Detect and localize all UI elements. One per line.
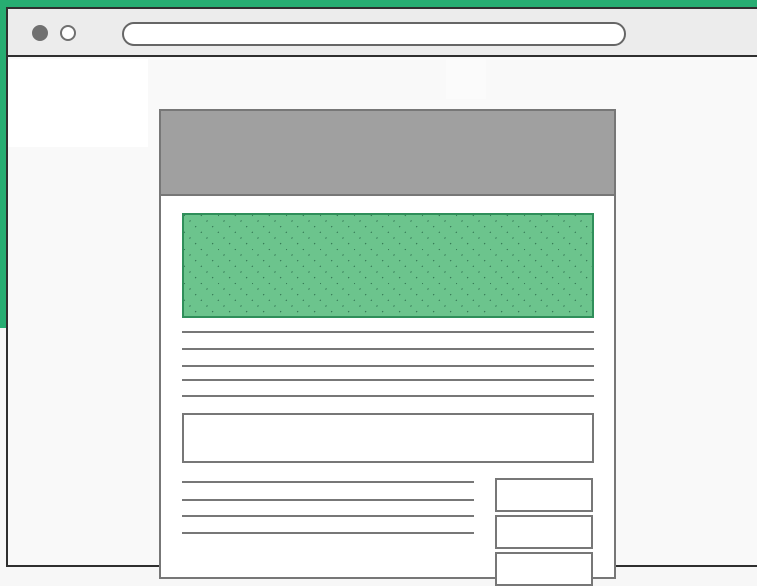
hero-pattern — [184, 215, 592, 316]
side-button[interactable] — [495, 478, 593, 512]
page-header — [161, 111, 614, 196]
background-panel — [446, 59, 486, 99]
wireframe-page — [159, 109, 616, 586]
text-line — [182, 395, 594, 397]
side-button[interactable] — [495, 552, 593, 586]
close-dot-icon[interactable] — [32, 25, 48, 41]
text-line — [182, 365, 594, 367]
text-line — [182, 515, 474, 517]
text-line — [182, 331, 594, 333]
content-input-box[interactable] — [182, 413, 594, 463]
text-line — [182, 499, 474, 501]
text-line — [182, 348, 594, 350]
minimize-dot-icon[interactable] — [60, 25, 76, 41]
text-line — [182, 481, 474, 483]
address-bar[interactable] — [122, 22, 626, 46]
hero-banner — [182, 213, 594, 318]
background-panel — [8, 59, 148, 147]
browser-window — [6, 7, 757, 586]
text-line — [182, 379, 594, 381]
side-button[interactable] — [495, 515, 593, 549]
browser-titlebar — [8, 9, 757, 57]
text-line — [182, 532, 474, 534]
